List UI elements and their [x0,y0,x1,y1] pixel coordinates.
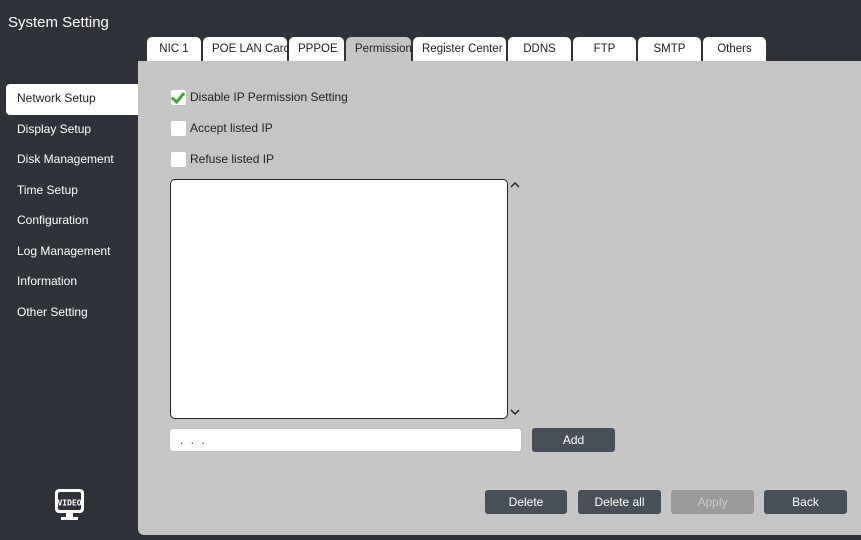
tab-smtp[interactable]: SMTP [638,37,701,61]
back-button[interactable]: Back [764,490,847,514]
sidebar-item-time-setup[interactable]: Time Setup [6,176,138,207]
sidebar-item-disk-management[interactable]: Disk Management [6,145,138,176]
apply-button[interactable]: Apply [671,490,754,514]
tab-ddns[interactable]: DDNS [508,37,571,61]
tab-poe-lan-card[interactable]: POE LAN Card [203,37,290,61]
delete-button[interactable]: Delete [485,490,567,514]
option-accept-listed-ip[interactable]: Accept listed IP [171,119,273,137]
refuse-listed-ip-checkbox[interactable] [171,151,186,167]
ip-list-box[interactable] [170,179,508,419]
tab-permission[interactable]: Permission [346,37,412,61]
video-logo-text: VIDEO [57,499,81,508]
disable-ip-permission-label: Disable IP Permission Setting [190,90,348,104]
scroll-up-arrow-icon[interactable] [509,180,521,192]
app-title: System Setting [8,14,109,31]
tab-others[interactable]: Others [703,37,766,61]
tab-pppoe[interactable]: PPPOE [289,37,344,61]
accept-listed-ip-label: Accept listed IP [190,121,273,135]
add-button[interactable]: Add [532,428,615,452]
scroll-down-arrow-icon[interactable] [509,407,521,419]
sidebar-item-display-setup[interactable]: Display Setup [6,115,138,146]
delete-all-button[interactable]: Delete all [578,490,661,514]
tab-bar: NIC 1 POE LAN Card PPPOE Permission Regi… [147,37,768,61]
accept-listed-ip-checkbox[interactable] [171,120,186,136]
disable-ip-permission-checkbox[interactable] [171,89,186,105]
sidebar-item-network-setup[interactable]: Network Setup [6,84,138,115]
sidebar-item-information[interactable]: Information [6,267,138,298]
option-disable-ip-permission[interactable]: Disable IP Permission Setting [171,88,348,106]
tab-nic1[interactable]: NIC 1 [147,37,201,61]
sidebar-item-log-management[interactable]: Log Management [6,237,138,268]
sidebar-item-other-setting[interactable]: Other Setting [6,298,138,329]
option-refuse-listed-ip[interactable]: Refuse listed IP [171,150,274,168]
video-logo-icon: VIDEO [53,487,86,523]
tab-ftp[interactable]: FTP [573,37,636,61]
tab-register-center[interactable]: Register Center [413,37,506,61]
ip-address-input[interactable]: . . . [170,429,521,451]
refuse-listed-ip-label: Refuse listed IP [190,152,275,166]
sidebar-item-configuration[interactable]: Configuration [6,206,138,237]
sidebar: Network Setup Display Setup Disk Managem… [6,84,138,328]
